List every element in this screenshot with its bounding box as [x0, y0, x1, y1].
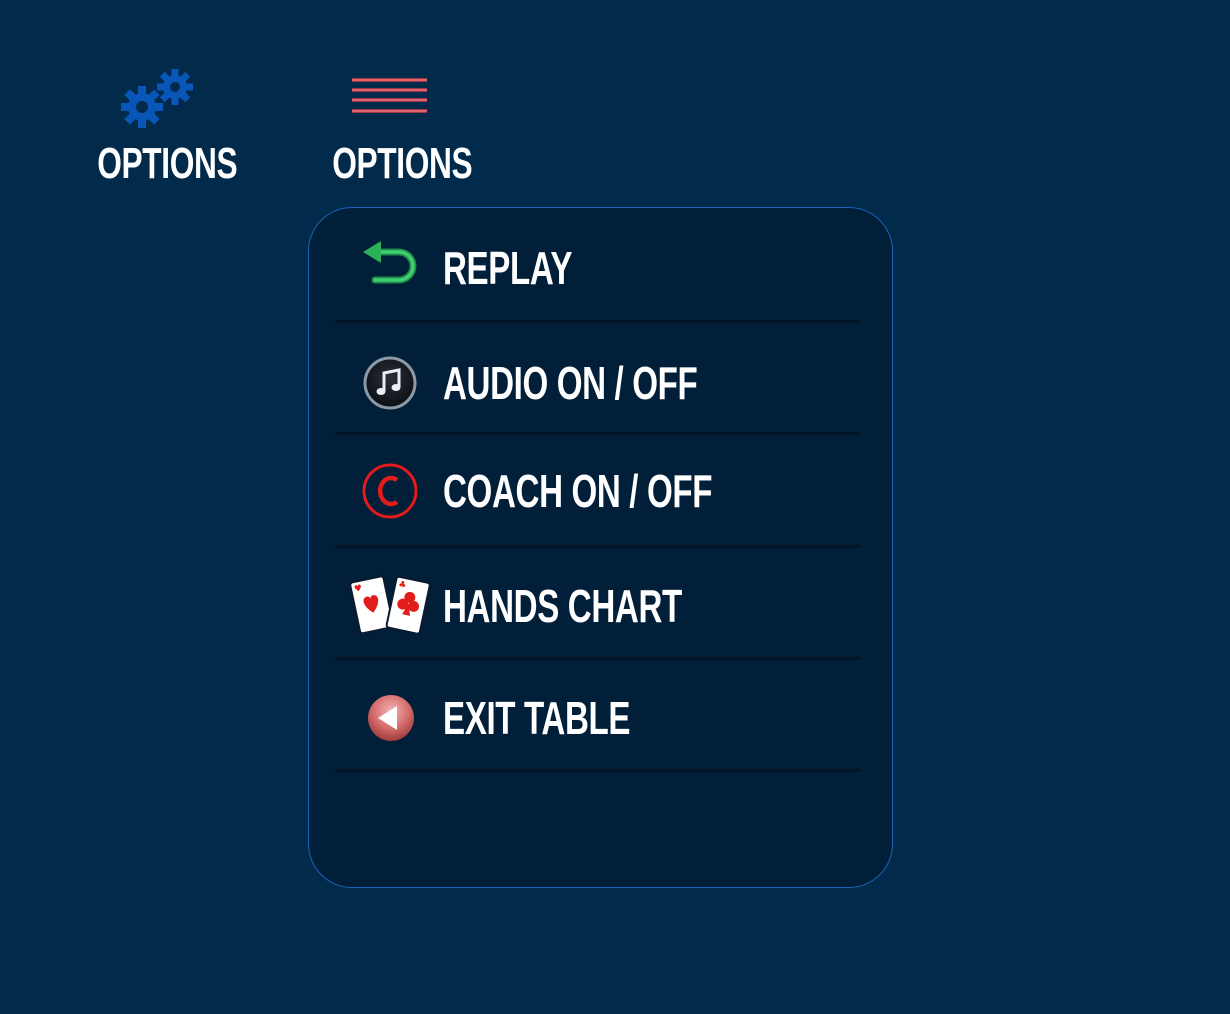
menu-item-exit-table[interactable]: EXIT TABLE — [335, 688, 860, 748]
menu-item-hands-chart[interactable]: ♥ ♣ HANDS CHART — [335, 573, 860, 639]
gears-icon — [70, 60, 240, 132]
options-gear-label: OPTIONS — [97, 139, 238, 188]
menu-divider — [335, 320, 860, 323]
menu-divider — [335, 545, 860, 548]
menu-item-exit-table-label-wrap: EXIT TABLE — [443, 688, 963, 748]
exit-arrow-icon — [361, 688, 421, 748]
hamburger-menu-icon — [305, 60, 475, 132]
menu-item-coach-label-wrap: COACH ON / OFF — [443, 461, 963, 521]
options-menu-panel: REPLAY AUDIO ON / OFF COACH ON / OFF ♥ ♣… — [308, 207, 893, 888]
menu-item-hands-chart-label: HANDS CHART — [443, 580, 682, 632]
menu-item-audio[interactable]: AUDIO ON / OFF — [335, 353, 860, 413]
playing-cards-icon: ♥ ♣ — [349, 573, 433, 639]
menu-item-audio-label-wrap: AUDIO ON / OFF — [443, 353, 963, 413]
menu-item-coach-label: COACH ON / OFF — [443, 465, 713, 517]
coach-c-icon — [361, 461, 421, 521]
menu-item-audio-label: AUDIO ON / OFF — [443, 357, 698, 409]
replay-arrow-icon — [361, 238, 421, 298]
menu-divider — [335, 657, 860, 660]
menu-item-coach[interactable]: COACH ON / OFF — [335, 461, 860, 521]
menu-item-replay-label: REPLAY — [443, 242, 573, 294]
menu-divider — [335, 769, 860, 772]
options-gear-button[interactable]: OPTIONS — [70, 60, 240, 200]
menu-item-exit-table-label: EXIT TABLE — [443, 692, 631, 744]
options-menu-label: OPTIONS — [332, 139, 473, 188]
music-note-icon — [361, 353, 421, 413]
options-menu-label-wrap: OPTIONS — [305, 136, 475, 192]
options-menu-button[interactable]: OPTIONS — [305, 60, 475, 200]
options-gear-label-wrap: OPTIONS — [70, 136, 240, 192]
menu-item-replay[interactable]: REPLAY — [335, 238, 860, 298]
menu-item-hands-chart-label-wrap: HANDS CHART — [443, 573, 963, 639]
menu-item-replay-label-wrap: REPLAY — [443, 238, 963, 298]
menu-divider — [335, 432, 860, 435]
